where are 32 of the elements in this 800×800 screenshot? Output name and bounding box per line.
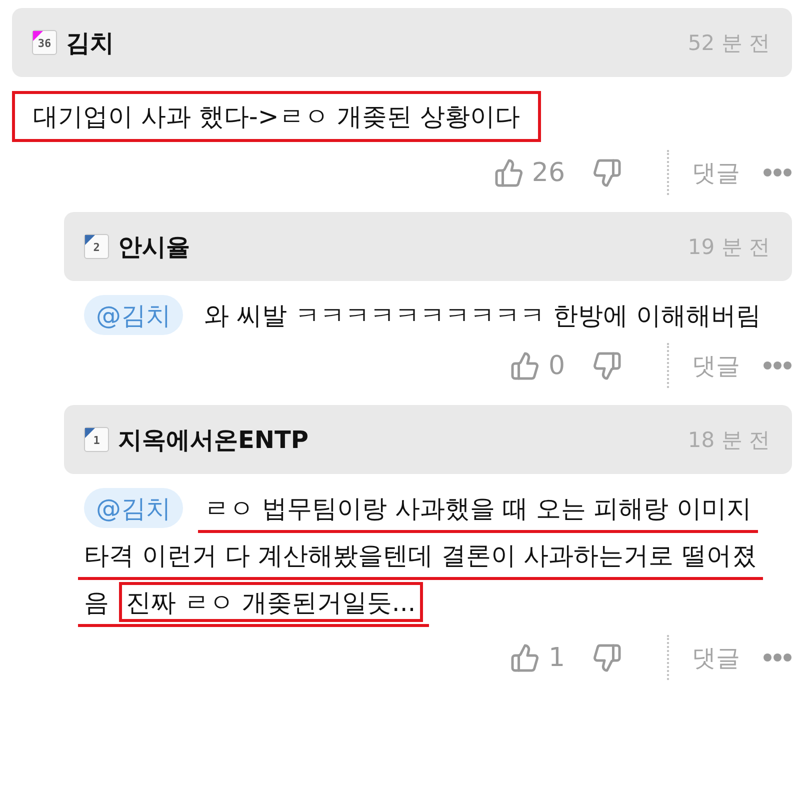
comment-text: 타격 이런거 다 계산해봤을텐데 결론이 사과하는거로 떨어졌 [84, 540, 757, 572]
more-icon[interactable] [763, 653, 792, 662]
timestamp: 52 분 전 [688, 30, 770, 56]
reply-link[interactable]: 댓글 [692, 350, 740, 382]
comment-text: ㄹㅇ 법무팀이랑 사과했을 때 오는 피해랑 이미지 [204, 492, 752, 524]
reply-link[interactable]: 댓글 [692, 642, 740, 674]
level-badge: 36 [32, 30, 57, 55]
author-name[interactable]: 지옥에서온ENTP [118, 424, 308, 456]
like-count: 1 [548, 642, 565, 672]
comment-text: 음 [84, 586, 109, 618]
thumbs-up-icon[interactable] [494, 158, 524, 188]
like-count: 26 [532, 158, 565, 188]
like-count: 0 [548, 350, 565, 380]
highlighted-text: 대기업이 사과 했다->ㄹㅇ 개좆된 상황이다 [12, 91, 541, 142]
level-badge: 2 [84, 234, 109, 259]
highlighted-text: 진짜 ㄹㅇ 개좆된거일듯... [119, 582, 423, 622]
level-badge: 1 [84, 427, 109, 452]
timestamp: 19 분 전 [688, 234, 770, 260]
thumbs-down-icon[interactable] [592, 642, 622, 672]
mention-tag[interactable]: @김치 [84, 488, 183, 528]
more-icon[interactable] [763, 168, 792, 177]
thumbs-down-icon[interactable] [592, 158, 622, 188]
mention-tag[interactable]: @김치 [84, 295, 183, 335]
more-icon[interactable] [763, 361, 792, 370]
author-name[interactable]: 김치 [66, 26, 114, 58]
comment-text: 와 씨발 ㅋㅋㅋㅋㅋㅋㅋㅋㅋㅋ 한방에 이해해버림 [204, 300, 761, 332]
thumbs-down-icon[interactable] [592, 350, 622, 380]
timestamp: 18 분 전 [688, 426, 770, 454]
author-name[interactable]: 안시율 [118, 230, 190, 262]
thumbs-up-icon[interactable] [510, 642, 540, 672]
thumbs-up-icon[interactable] [510, 350, 540, 380]
reply-link[interactable]: 댓글 [692, 156, 740, 188]
